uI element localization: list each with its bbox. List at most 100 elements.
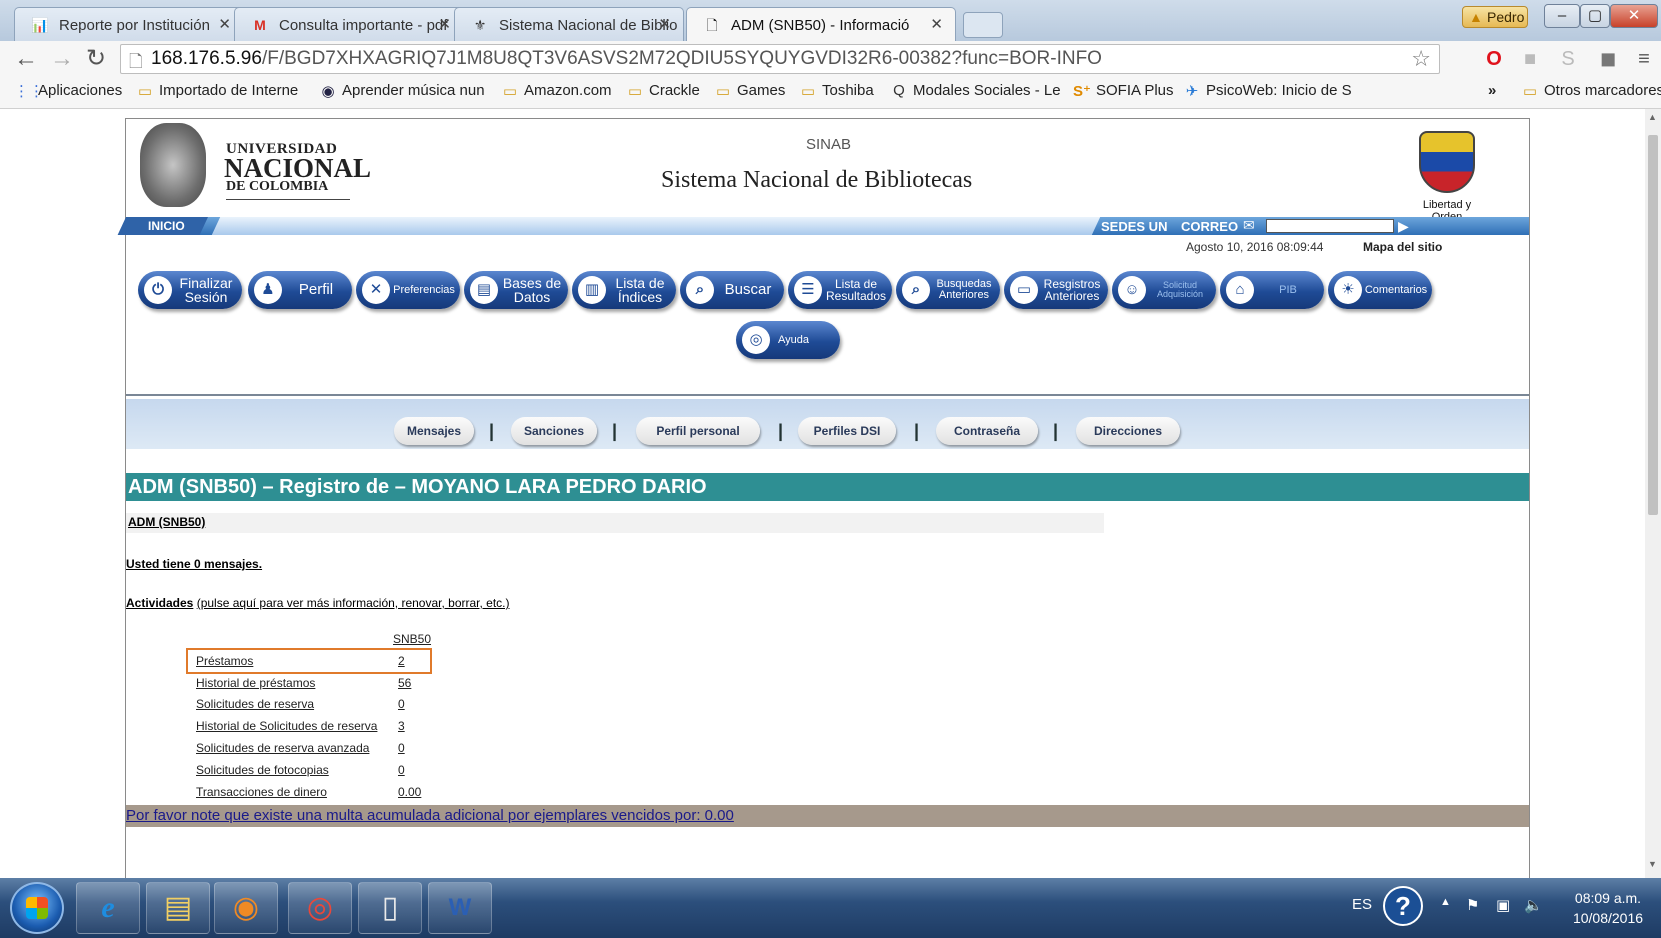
pib-button[interactable]: ⌂ PIB	[1220, 271, 1324, 309]
close-icon[interactable]: ✕	[438, 15, 451, 33]
ayuda-button[interactable]: ◎ Ayuda	[736, 321, 840, 359]
volume-icon[interactable]: 🔈	[1524, 896, 1543, 914]
star-icon[interactable]: ☆	[1411, 46, 1431, 72]
row-value[interactable]: 56	[398, 676, 411, 690]
extension-icon[interactable]: ■	[1518, 47, 1542, 71]
universidad-nacional-logo[interactable]: UNIVERSIDAD NACIONAL DE COLOMBIA	[140, 123, 371, 211]
menu-icon[interactable]: ≡	[1632, 47, 1656, 71]
bookmark-sofia[interactable]: S⁺ SOFIA Plus	[1072, 82, 1174, 100]
bookmark-aprender[interactable]: ◉ Aprender música nun	[318, 82, 484, 100]
row-value[interactable]: 0	[398, 741, 405, 755]
tab-gmail[interactable]: M Consulta importante - pdf ✕	[234, 7, 464, 41]
row-value[interactable]: 0.00	[398, 785, 421, 799]
skype-extension-icon[interactable]: S	[1556, 47, 1580, 71]
activities-label[interactable]: Actividades	[126, 596, 193, 610]
file-explorer-icon[interactable]: ▤	[146, 882, 210, 934]
scroll-down-icon[interactable]: ▼	[1648, 859, 1657, 869]
word-icon[interactable]: W	[428, 882, 492, 934]
bases-de-datos-button[interactable]: ▤ Bases de Datos	[464, 271, 568, 309]
row-label-solicitudes-reserva[interactable]: Solicitudes de reserva	[196, 697, 314, 711]
inicio-link[interactable]: INICIO	[148, 219, 185, 233]
chrome-icon[interactable]: ◎	[288, 882, 352, 934]
network-icon[interactable]: ▣	[1496, 896, 1510, 914]
row-label-historial-prestamos[interactable]: Historial de préstamos	[196, 676, 315, 690]
bookmark-toshiba[interactable]: ▭ Toshiba	[798, 82, 874, 100]
scrollbar-thumb[interactable]	[1648, 135, 1658, 515]
perfil-button[interactable]: ♟ Perfil	[248, 271, 352, 309]
fine-note-link[interactable]: Por favor note que existe una multa acum…	[126, 805, 1529, 827]
pocket-extension-icon[interactable]: ◼	[1596, 47, 1620, 71]
activities-hint[interactable]: (pulse aquí para ver más información, re…	[197, 596, 510, 610]
site-map-link[interactable]: Mapa del sitio	[1363, 240, 1442, 254]
messages-link[interactable]: Usted tiene 0 mensajes.	[126, 557, 262, 571]
url-field[interactable]: 🗋 168.176.5.96/F/BGD7XHXAGRIQ7J1M8U8QT3V…	[120, 44, 1440, 74]
finalizar-sesion-button[interactable]: ⏻ Finalizar Sesión	[138, 271, 242, 309]
document-icon[interactable]: ▯	[358, 882, 422, 934]
site-search-input[interactable]	[1266, 219, 1394, 233]
profile-button[interactable]: ▲ Pedro	[1462, 6, 1528, 28]
column-header-snb50[interactable]: SNB50	[393, 632, 431, 646]
opera-extension-icon[interactable]: O	[1482, 47, 1506, 71]
show-hidden-icons-icon[interactable]: ▲	[1440, 896, 1451, 908]
row-label-fotocopias[interactable]: Solicitudes de fotocopias	[196, 763, 329, 777]
tab-sinab[interactable]: ⚜ Sistema Nacional de Biblio ✕	[454, 7, 684, 41]
media-player-icon[interactable]: ◉	[214, 882, 278, 934]
close-icon[interactable]: ✕	[930, 15, 943, 33]
perfil-personal-button[interactable]: Perfil personal	[636, 417, 760, 445]
lista-de-resultados-button[interactable]: ☰ Lista de Resultados	[788, 271, 892, 309]
bookmark-amazon[interactable]: ▭ Amazon.com	[500, 82, 612, 100]
comentarios-button[interactable]: ☀ Comentarios	[1328, 271, 1432, 309]
tab-adm-active[interactable]: 🗋 ADM (SNB50) - Informació ✕	[686, 7, 956, 41]
help-icon[interactable]: ?	[1383, 886, 1423, 926]
forward-arrow-icon[interactable]: →	[48, 45, 76, 73]
buscar-button[interactable]: ⌕ Buscar	[680, 271, 784, 309]
back-arrow-icon[interactable]: ←	[12, 45, 40, 73]
lista-de-indices-button[interactable]: ▥ Lista de Índices	[572, 271, 676, 309]
mail-icon[interactable]: ✉	[1243, 217, 1255, 234]
busquedas-anteriores-button[interactable]: ⌕ Busquedas Anteriores	[896, 271, 1000, 309]
bookmark-modales[interactable]: Q Modales Sociales - Le	[889, 82, 1060, 99]
row-value[interactable]: 0	[398, 697, 405, 711]
button-label: Resgistros Anteriores	[1043, 277, 1101, 303]
bookmarks-overflow-chevron[interactable]: »	[1488, 82, 1496, 99]
bookmark-psicoweb[interactable]: ✈ PsicoWeb: Inicio de S	[1182, 82, 1352, 100]
start-button[interactable]	[10, 882, 64, 934]
row-label-historial-solicitudes[interactable]: Historial de Solicitudes de reserva	[196, 719, 377, 733]
new-tab-button[interactable]	[963, 12, 1003, 38]
bookmark-crackle[interactable]: ▭ Crackle	[625, 82, 700, 100]
contrasena-button[interactable]: Contraseña	[936, 417, 1038, 445]
bookmark-aplicaciones[interactable]: ⋮⋮ Aplicaciones	[14, 82, 122, 100]
page-scrollbar[interactable]: ▲ ▼	[1645, 109, 1661, 878]
sedes-un-link[interactable]: SEDES UN	[1101, 219, 1167, 234]
system-clock[interactable]: 08:09 a.m. 10/08/2016	[1561, 888, 1655, 928]
row-value[interactable]: 0	[398, 763, 405, 777]
close-icon[interactable]: ✕	[658, 15, 671, 33]
correo-link[interactable]: CORREO	[1181, 219, 1238, 234]
preferencias-button[interactable]: ✕ Preferencias	[356, 271, 460, 309]
direcciones-button[interactable]: Direcciones	[1076, 417, 1180, 445]
row-value[interactable]: 3	[398, 719, 405, 733]
reload-icon[interactable]: ↻	[82, 45, 110, 73]
language-indicator[interactable]: ES	[1352, 896, 1372, 913]
internet-explorer-icon[interactable]: e	[76, 882, 140, 934]
mensajes-button[interactable]: Mensajes	[394, 417, 474, 445]
registros-anteriores-button[interactable]: ▭ Resgistros Anteriores	[1004, 271, 1108, 309]
minimize-button[interactable]: –	[1544, 4, 1580, 28]
row-label-transacciones[interactable]: Transacciones de dinero	[196, 785, 327, 799]
close-window-button[interactable]: ✕	[1610, 4, 1658, 28]
scroll-up-icon[interactable]: ▲	[1648, 112, 1657, 122]
row-label-reserva-avanzada[interactable]: Solicitudes de reserva avanzada	[196, 741, 369, 755]
solicitud-adquisicion-button[interactable]: ☺ Solicitud Adquisición	[1112, 271, 1216, 309]
adm-link[interactable]: ADM (SNB50)	[128, 515, 205, 529]
sanciones-button[interactable]: Sanciones	[511, 417, 597, 445]
maximize-button[interactable]: ▢	[1580, 4, 1610, 28]
search-go-icon[interactable]: ▶	[1398, 218, 1409, 235]
bookmark-importado[interactable]: ▭ Importado de Interne	[135, 82, 298, 100]
activities-line[interactable]: Actividades (pulse aquí para ver más inf…	[126, 596, 510, 610]
bookmark-games[interactable]: ▭ Games	[713, 82, 785, 100]
close-icon[interactable]: ✕	[218, 15, 231, 33]
perfiles-dsi-button[interactable]: Perfiles DSI	[798, 417, 896, 445]
bookmark-otros[interactable]: ▭ Otros marcadores	[1520, 82, 1661, 100]
action-center-flag-icon[interactable]: ⚑	[1466, 896, 1479, 914]
tab-reporte[interactable]: 📊 Reporte por Institución ✕	[14, 7, 244, 41]
